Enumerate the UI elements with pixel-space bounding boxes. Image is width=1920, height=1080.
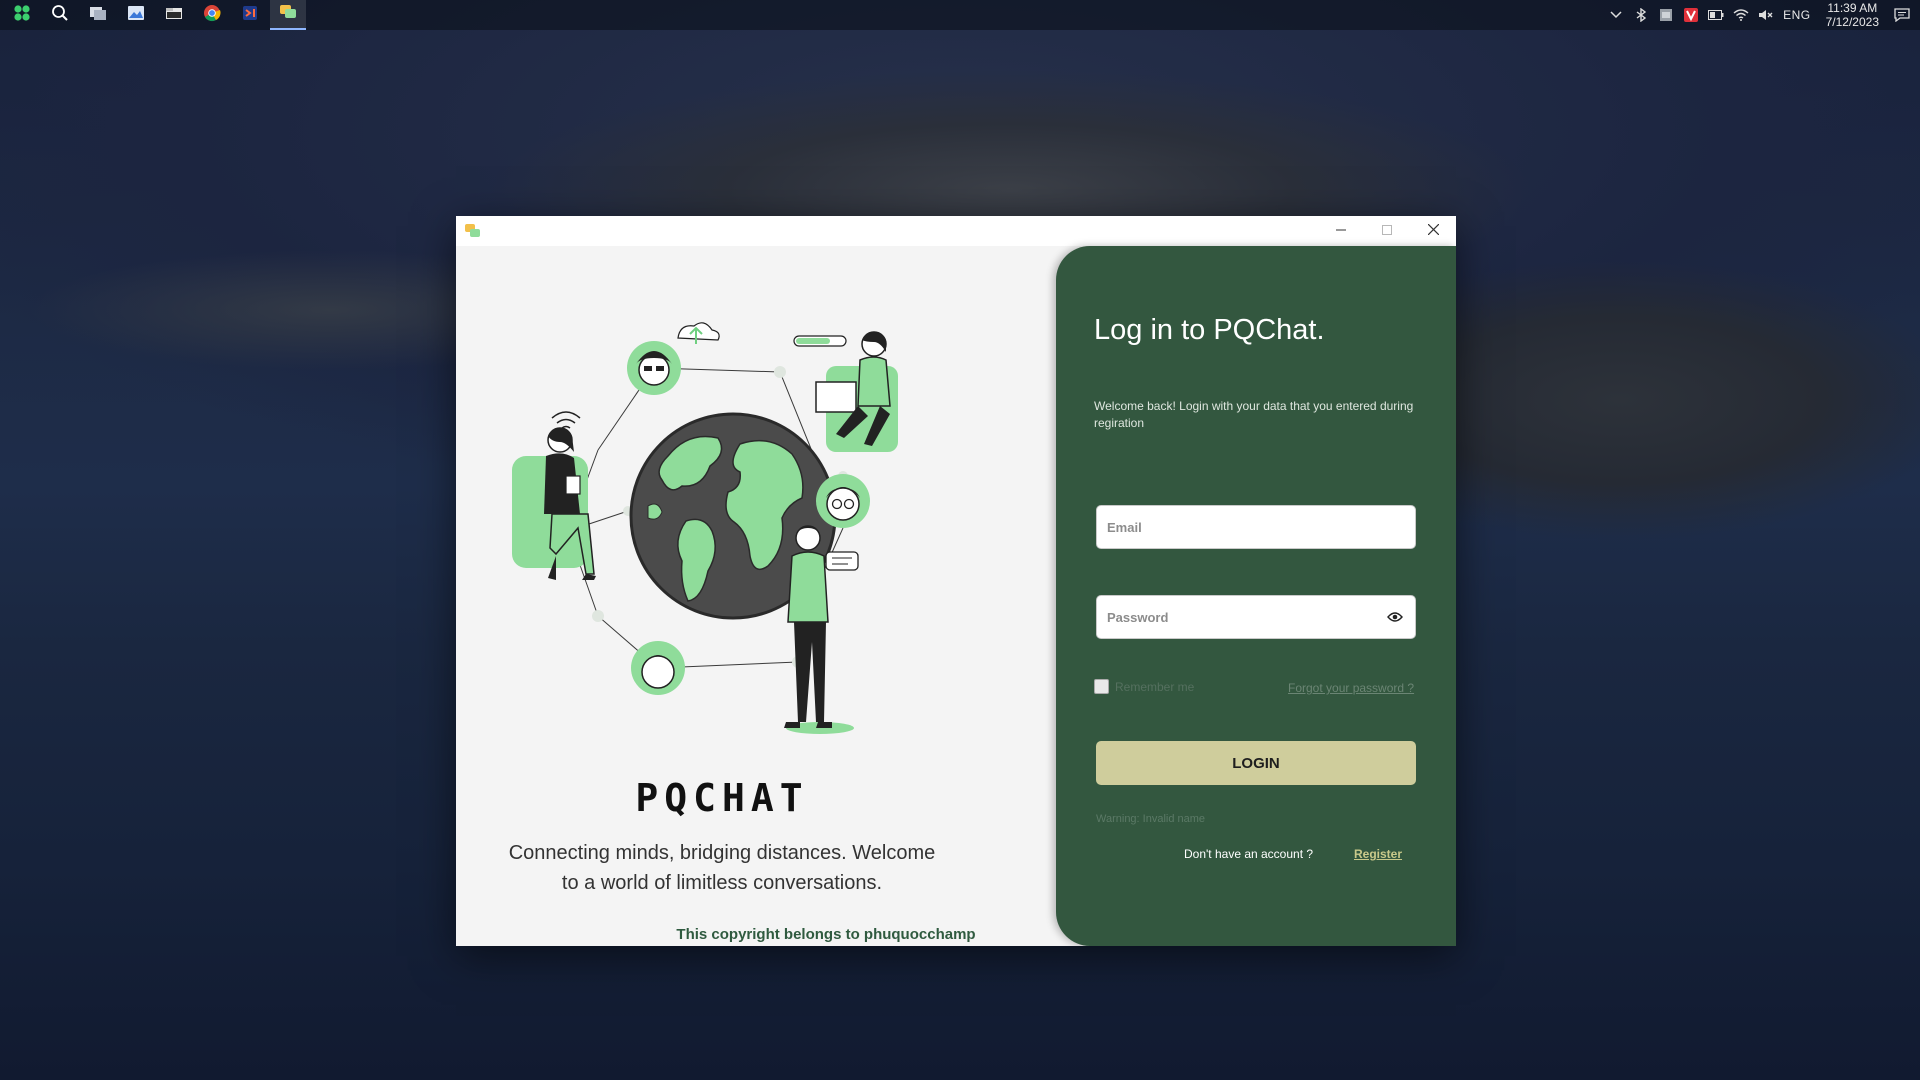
language-indicator[interactable]: ENG: [1783, 8, 1811, 22]
eye-icon[interactable]: [1385, 610, 1405, 624]
system-tray: ENG 11:39 AM 7/12/2023: [1608, 0, 1920, 30]
photos-icon: [127, 5, 145, 26]
chrome-icon: [203, 4, 221, 27]
copyright-notice: This copyright belongs to phuquocchamp: [676, 926, 976, 943]
bluetooth-icon[interactable]: [1633, 7, 1649, 23]
minimize-icon: [1336, 222, 1346, 240]
search-button[interactable]: [42, 0, 78, 30]
wifi-icon[interactable]: [1733, 7, 1749, 23]
login-button[interactable]: LOGIN: [1096, 741, 1416, 785]
email-field[interactable]: [1096, 505, 1416, 549]
visual-studio-button[interactable]: [232, 0, 268, 30]
maximize-icon: [1382, 222, 1392, 240]
warning-message: Warning: Invalid name: [1096, 813, 1206, 825]
password-input[interactable]: [1107, 609, 1385, 625]
register-link[interactable]: Register: [1354, 847, 1402, 861]
login-title: Log in to PQChat.: [1094, 314, 1325, 346]
no-account-text: Don't have an account ?: [1184, 847, 1314, 861]
pqchat-app-icon: [465, 223, 481, 239]
task-view-button[interactable]: [80, 0, 116, 30]
pqchat-app-icon: [279, 4, 297, 25]
clock-time: 11:39 AM: [1827, 1, 1878, 15]
connected-world-illustration: [512, 322, 898, 734]
notification-icon[interactable]: [1894, 7, 1910, 23]
volume-muted-icon[interactable]: [1758, 7, 1774, 23]
forgot-password-link[interactable]: Forgot your password ?: [1288, 681, 1414, 695]
clock[interactable]: 11:39 AM 7/12/2023: [1826, 1, 1879, 29]
taskbar-apps: [0, 0, 306, 30]
email-input[interactable]: [1107, 519, 1405, 535]
taskbar: ENG 11:39 AM 7/12/2023: [0, 0, 1920, 30]
login-subtitle: Welcome back! Login with your data that …: [1094, 399, 1414, 430]
minimize-button[interactable]: [1318, 216, 1364, 246]
pqchat-taskbar-button[interactable]: [270, 0, 306, 30]
vivaldi-tray-icon[interactable]: [1683, 7, 1699, 23]
welcome-pane: PQCHAT Connecting minds, bridging distan…: [456, 246, 1056, 946]
battery-icon[interactable]: [1708, 7, 1724, 23]
window-titlebar[interactable]: [456, 216, 1456, 246]
close-icon: [1427, 222, 1439, 240]
clock-date: 7/12/2023: [1825, 15, 1879, 29]
remember-me-checkbox[interactable]: [1094, 679, 1109, 694]
chevron-up-icon[interactable]: [1608, 7, 1624, 23]
tray-app-icon[interactable]: [1658, 7, 1674, 23]
maximize-button[interactable]: [1364, 216, 1410, 246]
pqchat-window: PQCHAT Connecting minds, bridging distan…: [456, 216, 1456, 946]
file-explorer-button[interactable]: [156, 0, 192, 30]
photos-button[interactable]: [118, 0, 154, 30]
password-field[interactable]: [1096, 595, 1416, 639]
remember-me[interactable]: Remember me: [1094, 679, 1194, 694]
visual-studio-icon: [241, 4, 259, 27]
brand-logo: PQCHAT: [635, 776, 809, 820]
start-icon: [13, 4, 31, 27]
login-panel: Log in to PQChat. Welcome back! Login wi…: [1056, 246, 1456, 946]
tagline: Connecting minds, bridging distances. We…: [508, 842, 936, 894]
file-explorer-icon: [165, 5, 183, 26]
start-button[interactable]: [4, 0, 40, 30]
task-view-icon: [89, 5, 107, 26]
search-icon: [51, 4, 69, 27]
window-controls: [1318, 216, 1456, 246]
chrome-button[interactable]: [194, 0, 230, 30]
remember-me-label: Remember me: [1115, 679, 1195, 694]
close-button[interactable]: [1410, 216, 1456, 246]
